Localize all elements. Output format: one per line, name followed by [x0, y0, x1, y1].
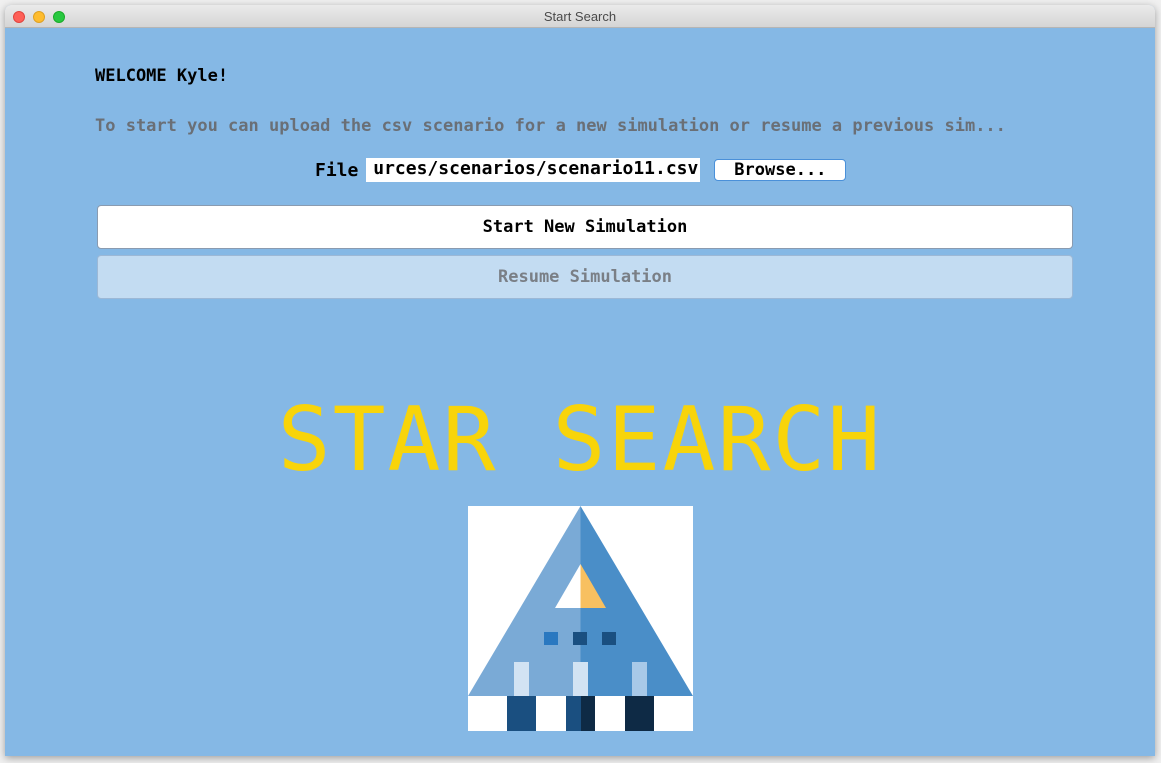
instructions-text: To start you can upload the csv scenario… [95, 116, 1006, 136]
resume-simulation-button[interactable]: Resume Simulation [97, 255, 1073, 299]
browse-button[interactable]: Browse... [714, 159, 847, 181]
logo-leg-light-1 [514, 662, 529, 696]
file-path-value: urces/scenarios/scenario11.csv [373, 158, 699, 179]
app-window: Start Search WELCOME Kyle! To start you … [5, 5, 1155, 756]
file-path-field[interactable]: urces/scenarios/scenario11.csv [366, 158, 701, 182]
logo-eye-1 [544, 632, 558, 645]
logo-eye-3 [602, 632, 616, 645]
title-bar: Start Search [5, 5, 1155, 28]
main-content: WELCOME Kyle! To start you can upload th… [5, 28, 1155, 756]
logo-foot-3 [625, 696, 654, 731]
window-title: Start Search [543, 9, 617, 24]
logo-eye-2 [573, 632, 587, 645]
app-hero-title: STAR SEARCH [277, 388, 883, 491]
logo-leg-light-3 [632, 662, 647, 696]
start-new-simulation-button[interactable]: Start New Simulation [97, 205, 1073, 249]
logo-foot-2a [566, 696, 581, 731]
logo-foot-1 [507, 696, 536, 731]
welcome-message: WELCOME Kyle! [95, 66, 229, 86]
triangle-robot-logo-icon [468, 506, 693, 731]
file-label: File [315, 159, 359, 181]
logo-foot-2b [581, 696, 595, 731]
logo-leg-light-2 [573, 662, 588, 696]
file-picker-row: File urces/scenarios/scenario11.csv Brow… [315, 158, 847, 182]
